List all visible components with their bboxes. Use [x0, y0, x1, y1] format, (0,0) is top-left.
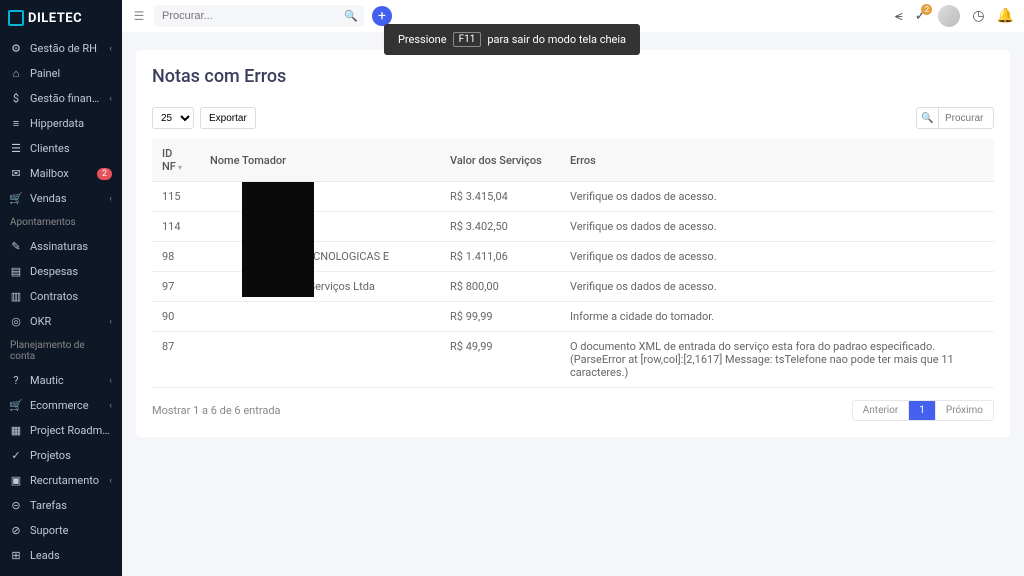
table-row[interactable]: 115 DA R$ 3.415,04 Verifique os dados de… — [152, 182, 994, 212]
page-1-button[interactable]: 1 — [909, 401, 936, 420]
sidebar-item-painel[interactable]: ⌂Painel — [0, 61, 122, 86]
data-icon: ≡ — [10, 118, 22, 130]
cart-icon: 🛒 — [10, 400, 22, 412]
money-icon: $ — [10, 93, 22, 105]
chevron-left-icon: ‹ — [109, 44, 112, 54]
table-row[interactable]: 90 R$ 99,99 Informe a cidade do tomador. — [152, 302, 994, 332]
section-apontamentos: Apontamentos — [0, 211, 122, 234]
share-icon[interactable]: ⪪ — [895, 8, 903, 24]
pen-icon: ✎ — [10, 241, 22, 253]
fullscreen-banner: Pressione F11 para sair do modo tela che… — [384, 24, 640, 55]
sidebar-item-leads[interactable]: ⊞Leads — [0, 543, 122, 568]
logo-icon — [8, 10, 24, 26]
clock-icon[interactable]: ◷ — [972, 8, 984, 24]
sidebar-item-assinaturas[interactable]: ✎Assinaturas — [0, 234, 122, 259]
brand-text: DILETEC — [28, 11, 82, 26]
sidebar-item-ecommerce[interactable]: 🛒Ecommerce‹ — [0, 393, 122, 418]
table-search-button[interactable]: 🔍 — [916, 107, 938, 129]
search-icon[interactable]: 🔍 — [344, 10, 358, 23]
per-page-select[interactable]: 25 — [152, 107, 194, 129]
badge: 2 — [921, 4, 932, 15]
chevron-left-icon: ‹ — [109, 194, 112, 204]
chevron-left-icon: ‹ — [109, 376, 112, 386]
brand-logo[interactable]: DILETEC — [0, 0, 122, 36]
table-search-input[interactable] — [938, 107, 994, 129]
home-icon: ⌂ — [10, 68, 22, 80]
sidebar-item-vendas[interactable]: 🛒Vendas‹ — [0, 186, 122, 211]
help-icon: ? — [10, 375, 22, 387]
sidebar: DILETEC ⚙Gestão de RH‹ ⌂Painel $Gestão f… — [0, 0, 122, 576]
sidebar-item-okr[interactable]: ◎OKR‹ — [0, 309, 122, 334]
list-icon: ☰ — [10, 143, 22, 155]
page-title: Notas com Erros — [152, 66, 994, 87]
cart-icon: 🛒 — [10, 193, 22, 205]
col-valor[interactable]: Valor dos Serviços — [440, 139, 560, 182]
table-row[interactable]: 87 R$ 49,99 O documento XML de entrada d… — [152, 332, 994, 388]
col-id[interactable]: ID NF▾ — [152, 139, 200, 182]
errors-table: ID NF▾ Nome Tomador Valor dos Serviços E… — [152, 139, 994, 388]
avatar[interactable] — [938, 5, 960, 27]
doc-icon: ▥ — [10, 291, 22, 303]
sidebar-item-pedido[interactable]: ▢Pedido de Orçamento — [0, 568, 122, 576]
chevron-left-icon: ‹ — [109, 401, 112, 411]
grid-icon: ▦ — [10, 425, 22, 437]
sidebar-item-project-roadmap[interactable]: ▦Project Roadmap — [0, 418, 122, 443]
circle-icon: ⊝ — [10, 500, 22, 512]
support-icon: ⊘ — [10, 525, 22, 537]
check-icon[interactable]: ✓2 — [915, 8, 927, 24]
table-info: Mostrar 1 a 6 de 6 entrada — [152, 404, 281, 417]
badge: 2 — [97, 168, 112, 180]
sidebar-item-despesas[interactable]: ▤Despesas — [0, 259, 122, 284]
sidebar-item-clientes[interactable]: ☰Clientes — [0, 136, 122, 161]
sidebar-item-mailbox[interactable]: ✉Mailbox2 — [0, 161, 122, 186]
sidebar-item-projetos[interactable]: ✓Projetos — [0, 443, 122, 468]
sidebar-item-gestao-financeira[interactable]: $Gestão financeira‹ — [0, 86, 122, 111]
check-icon: ✓ — [10, 450, 22, 462]
prev-button[interactable]: Anterior — [853, 401, 910, 420]
sidebar-item-tarefas[interactable]: ⊝Tarefas — [0, 493, 122, 518]
chevron-left-icon: ‹ — [109, 476, 112, 486]
col-nome[interactable]: Nome Tomador — [200, 139, 440, 182]
redacted-block — [242, 182, 314, 297]
section-planejamento: Planejamento de conta — [0, 334, 122, 368]
box-icon: ▣ — [10, 475, 22, 487]
global-search-input[interactable] — [154, 5, 364, 27]
col-erros[interactable]: Erros — [560, 139, 994, 182]
sidebar-item-gestao-rh[interactable]: ⚙Gestão de RH‹ — [0, 36, 122, 61]
sidebar-item-hipperdata[interactable]: ≡Hipperdata — [0, 111, 122, 136]
mail-icon: ✉ — [10, 168, 22, 180]
sidebar-item-mautic[interactable]: ?Mautic‹ — [0, 368, 122, 393]
chevron-left-icon: ‹ — [109, 317, 112, 327]
target-icon: ◎ — [10, 316, 22, 328]
add-button[interactable]: + — [372, 6, 392, 26]
grid-icon: ⊞ — [10, 550, 22, 562]
gear-icon: ⚙ — [10, 43, 22, 55]
sort-icon: ▾ — [178, 163, 182, 172]
sidebar-item-suporte[interactable]: ⊘Suporte — [0, 518, 122, 543]
sidebar-item-recrutamento[interactable]: ▣Recrutamento‹ — [0, 468, 122, 493]
menu-toggle-icon[interactable]: ☰ — [132, 9, 146, 23]
doc-icon: ▤ — [10, 266, 22, 278]
export-button[interactable]: Exportar — [200, 107, 256, 129]
sidebar-item-contratos[interactable]: ▥Contratos — [0, 284, 122, 309]
chevron-left-icon: ‹ — [109, 94, 112, 104]
pagination: Anterior 1 Próximo — [852, 400, 994, 421]
bell-icon[interactable]: 🔔 — [997, 8, 1014, 24]
key-f11: F11 — [453, 32, 482, 47]
next-button[interactable]: Próximo — [936, 401, 993, 420]
